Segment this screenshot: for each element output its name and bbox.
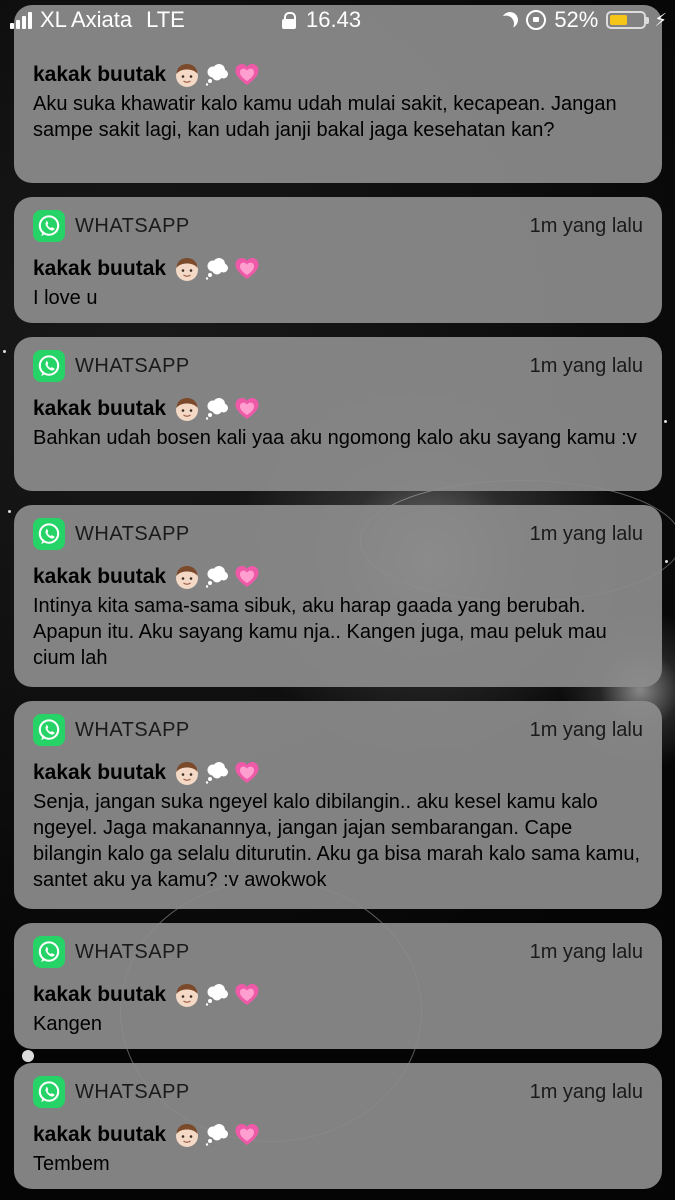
star	[3, 350, 6, 353]
signal-icon	[10, 11, 32, 29]
notification-card[interactable]: WHATSAPP 1m yang lalu kakak buutak Kange…	[14, 923, 662, 1049]
notification-time: 1m yang lalu	[529, 718, 643, 741]
notification-message: I love u	[33, 287, 98, 309]
star	[664, 420, 667, 423]
boy-emoji-icon	[174, 256, 200, 282]
boy-emoji-icon	[174, 1122, 200, 1148]
boy-emoji-icon	[174, 760, 200, 786]
notification-sender: kakak buutak	[33, 1123, 167, 1146]
notification-message: Tembem	[33, 1153, 110, 1175]
whatsapp-icon	[33, 350, 65, 382]
heart-icon	[234, 1122, 260, 1148]
network-type: LTE	[146, 7, 185, 32]
notification-message: Kangen	[33, 1013, 102, 1035]
notification-card[interactable]: WHATSAPP 1m yang lalu kakak buutak Tembe…	[14, 1063, 662, 1189]
notification-message: Intinya kita sama-sama sibuk, aku harap …	[33, 595, 607, 669]
notification-sender-row: kakak buutak	[33, 981, 643, 1009]
notification-message: Bahkan udah bosen kali yaa aku ngomong k…	[33, 427, 637, 449]
notification-app-name: WHATSAPP	[75, 214, 190, 237]
heart-icon	[234, 396, 260, 422]
notification-sender-row: kakak buutak	[33, 563, 643, 591]
notification-app-name: WHATSAPP	[75, 1080, 190, 1103]
notification-sender: kakak buutak	[33, 983, 167, 1006]
whatsapp-icon	[33, 518, 65, 550]
boy-emoji-icon	[174, 396, 200, 422]
battery-icon	[606, 11, 650, 29]
heart-icon	[234, 982, 260, 1008]
thought-bubble-icon	[204, 982, 230, 1008]
notification-app-name: WHATSAPP	[75, 522, 190, 545]
notification-card[interactable]: WHATSAPP 1m yang lalu kakak buutak Senja…	[14, 701, 662, 909]
notification-card[interactable]: WHATSAPP 1m yang lalu kakak buutak I lov…	[14, 197, 662, 323]
notification-sender: kakak buutak	[33, 397, 167, 420]
charging-icon: ⚡	[654, 9, 667, 30]
notification-sender: kakak buutak	[33, 565, 167, 588]
whatsapp-icon	[33, 714, 65, 746]
battery-fill	[610, 15, 627, 25]
notification-time: 1m yang lalu	[529, 214, 643, 237]
heart-icon	[234, 564, 260, 590]
notification-app-name: WHATSAPP	[75, 718, 190, 741]
notification-message: Aku suka khawatir kalo kamu udah mulai s…	[33, 93, 617, 141]
thought-bubble-icon	[204, 1122, 230, 1148]
notification-sender-row: kakak buutak	[33, 1121, 643, 1149]
notification-card[interactable]: WHATSAPP 1m yang lalu kakak buutak Intin…	[14, 505, 662, 687]
moon-icon	[500, 10, 521, 31]
heart-icon	[234, 62, 260, 88]
notification-sender-row: kakak buutak	[33, 395, 643, 423]
notification-time: 1m yang lalu	[529, 1080, 643, 1103]
notification-sender-row: kakak buutak	[33, 61, 643, 89]
lock-icon	[282, 11, 296, 29]
star	[22, 1050, 34, 1062]
notification-app-name: WHATSAPP	[75, 354, 190, 377]
status-time: 16.43	[306, 7, 362, 32]
notification-message: Senja, jangan suka ngeyel kalo dibilangi…	[33, 791, 641, 891]
heart-icon	[234, 256, 260, 282]
thought-bubble-icon	[204, 396, 230, 422]
thought-bubble-icon	[204, 62, 230, 88]
carrier-name: XL Axiata	[40, 7, 133, 32]
boy-emoji-icon	[174, 982, 200, 1008]
heart-icon	[234, 760, 260, 786]
thought-bubble-icon	[204, 256, 230, 282]
notification-sender: kakak buutak	[33, 63, 167, 86]
star	[8, 510, 11, 513]
notification-sender-row: kakak buutak	[33, 759, 643, 787]
notification-sender-row: kakak buutak	[33, 255, 643, 283]
battery-percent: 52%	[554, 7, 599, 32]
whatsapp-icon	[33, 1076, 65, 1108]
whatsapp-icon	[33, 210, 65, 242]
boy-emoji-icon	[174, 564, 200, 590]
notification-app-name: WHATSAPP	[75, 940, 190, 963]
boy-emoji-icon	[174, 62, 200, 88]
notification-sender: kakak buutak	[33, 257, 167, 280]
whatsapp-icon	[33, 936, 65, 968]
thought-bubble-icon	[204, 760, 230, 786]
rotation-lock-icon	[526, 10, 547, 30]
thought-bubble-icon	[204, 564, 230, 590]
notification-time: 1m yang lalu	[529, 940, 643, 963]
notification-time: 1m yang lalu	[529, 354, 643, 377]
notification-time: 1m yang lalu	[529, 522, 643, 545]
status-bar: XL Axiata LTE 16.43 52% ⚡	[0, 0, 675, 40]
notification-sender: kakak buutak	[33, 761, 167, 784]
notification-card[interactable]: WHATSAPP 1m yang lalu kakak buutak Bahka…	[14, 337, 662, 491]
